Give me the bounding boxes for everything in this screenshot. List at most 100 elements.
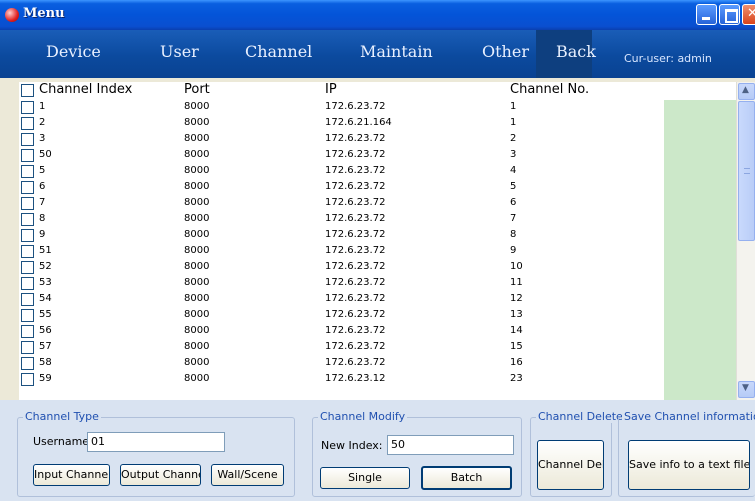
cell-ip: 172.6.23.72 [325,357,386,368]
cell-channel-index: 51 [39,245,52,256]
cell-ip: 172.6.23.72 [325,261,386,272]
menu-item-maintain[interactable]: Maintain [360,42,433,61]
column-header-port[interactable]: Port [184,82,210,97]
channel-delete-button[interactable]: Channel Delete [537,440,604,490]
minimize-button[interactable] [696,4,717,25]
wall-scene-button[interactable]: Wall/Scene [211,464,284,486]
table-row[interactable]: 50 8000 172.6.23.72 3 [19,148,736,164]
cell-channel-index: 6 [39,181,46,192]
save-info-group: Save Channel information Save info to a … [618,410,755,497]
row-checkbox[interactable] [21,101,34,114]
channel-type-title: Channel Type [23,410,101,423]
cell-ip: 172.6.23.12 [325,373,386,384]
cell-channel-index: 56 [39,325,52,336]
menu-item-other[interactable]: Other [482,42,529,61]
input-channel-button[interactable]: Input Channel [33,464,110,486]
row-checkbox[interactable] [21,341,34,354]
table-row[interactable]: 3 8000 172.6.23.72 2 [19,132,736,148]
cell-channel-index: 9 [39,229,46,240]
cell-channel-index: 1 [39,101,46,112]
table-row[interactable]: 6 8000 172.6.23.72 5 [19,180,736,196]
row-checkbox[interactable] [21,357,34,370]
cell-channel-index: 50 [39,149,52,160]
table-row[interactable]: 5 8000 172.6.23.72 4 [19,164,736,180]
table-row[interactable]: 8 8000 172.6.23.72 7 [19,212,736,228]
table-row[interactable]: 54 8000 172.6.23.72 12 [19,292,736,308]
table-row[interactable]: 55 8000 172.6.23.72 13 [19,308,736,324]
channel-table: Channel Index Port IP Channel No. 1 8000 1… [19,82,755,400]
row-checkbox[interactable] [21,117,34,130]
table-row[interactable]: 2 8000 172.6.21.164 1 [19,116,736,132]
cell-port: 8000 [184,213,210,224]
cell-ip: 172.6.23.72 [325,101,386,112]
cell-channel-index: 5 [39,165,46,176]
table-row[interactable]: 51 8000 172.6.23.72 9 [19,244,736,260]
menu-item-back[interactable]: Back [556,42,596,61]
batch-button[interactable]: Batch [421,466,512,490]
row-checkbox[interactable] [21,213,34,226]
cell-ip: 172.6.23.72 [325,245,386,256]
grip-icon [744,168,750,174]
output-channel-button[interactable]: Output Channe [120,464,201,486]
table-row[interactable]: 56 8000 172.6.23.72 14 [19,324,736,340]
column-header-ip[interactable]: IP [325,82,337,97]
row-checkbox[interactable] [21,373,34,386]
menu-item-device[interactable]: Device [46,42,101,61]
save-info-title: Save Channel information [622,410,755,423]
single-button[interactable]: Single [320,467,410,489]
table-row[interactable]: 9 8000 172.6.23.72 8 [19,228,736,244]
menu-bar: Device User Channel Maintain Other Back … [0,30,755,78]
row-checkbox[interactable] [21,309,34,322]
row-checkbox[interactable] [21,165,34,178]
title-bar[interactable]: Menu [0,0,755,30]
table-row[interactable]: 57 8000 172.6.23.72 15 [19,340,736,356]
cell-channel-no: 5 [510,181,517,192]
cell-ip: 172.6.23.72 [325,229,386,240]
cell-channel-index: 53 [39,277,52,288]
cell-channel-index: 2 [39,117,46,128]
scrollbar-thumb[interactable] [738,101,755,241]
table-row[interactable]: 53 8000 172.6.23.72 11 [19,276,736,292]
table-row[interactable]: 52 8000 172.6.23.72 10 [19,260,736,276]
cell-port: 8000 [184,229,210,240]
row-checkbox[interactable] [21,133,34,146]
row-checkbox[interactable] [21,245,34,258]
close-button[interactable] [742,4,755,25]
row-checkbox[interactable] [21,149,34,162]
row-checkbox[interactable] [21,277,34,290]
row-checkbox[interactable] [21,261,34,274]
cell-ip: 172.6.23.72 [325,277,386,288]
row-checkbox[interactable] [21,229,34,242]
column-header-channel-no[interactable]: Channel No. [510,82,589,97]
table-row[interactable]: 58 8000 172.6.23.72 16 [19,356,736,372]
vertical-scrollbar[interactable] [736,82,755,400]
menu-item-channel[interactable]: Channel [245,42,312,61]
cell-ip: 172.6.23.72 [325,309,386,320]
table-row[interactable]: 7 8000 172.6.23.72 6 [19,196,736,212]
row-checkbox[interactable] [21,293,34,306]
scroll-down-arrow-icon[interactable] [738,381,755,398]
cell-ip: 172.6.23.72 [325,197,386,208]
table-row[interactable]: 1 8000 172.6.23.72 1 [19,100,736,116]
scroll-up-arrow-icon[interactable] [738,83,755,100]
row-checkbox[interactable] [21,325,34,338]
cell-port: 8000 [184,261,210,272]
cell-channel-no: 8 [510,229,517,240]
username-field[interactable]: 01 [87,432,225,452]
select-all-checkbox[interactable] [21,84,34,97]
cell-port: 8000 [184,325,210,336]
cell-channel-index: 52 [39,261,52,272]
cell-channel-no: 3 [510,149,517,160]
cell-port: 8000 [184,117,210,128]
column-header-channel-index[interactable]: Channel Index [39,82,132,97]
new-index-field[interactable]: 50 [387,435,514,455]
row-checkbox[interactable] [21,181,34,194]
save-info-button[interactable]: Save info to a text file [628,440,750,490]
table-row[interactable]: 59 8000 172.6.23.12 23 [19,372,736,388]
row-checkbox[interactable] [21,197,34,210]
maximize-button[interactable] [719,4,740,25]
new-index-label: New Index: [321,439,383,452]
menu-item-user[interactable]: User [160,42,199,61]
cell-channel-index: 55 [39,309,52,320]
cell-channel-index: 58 [39,357,52,368]
